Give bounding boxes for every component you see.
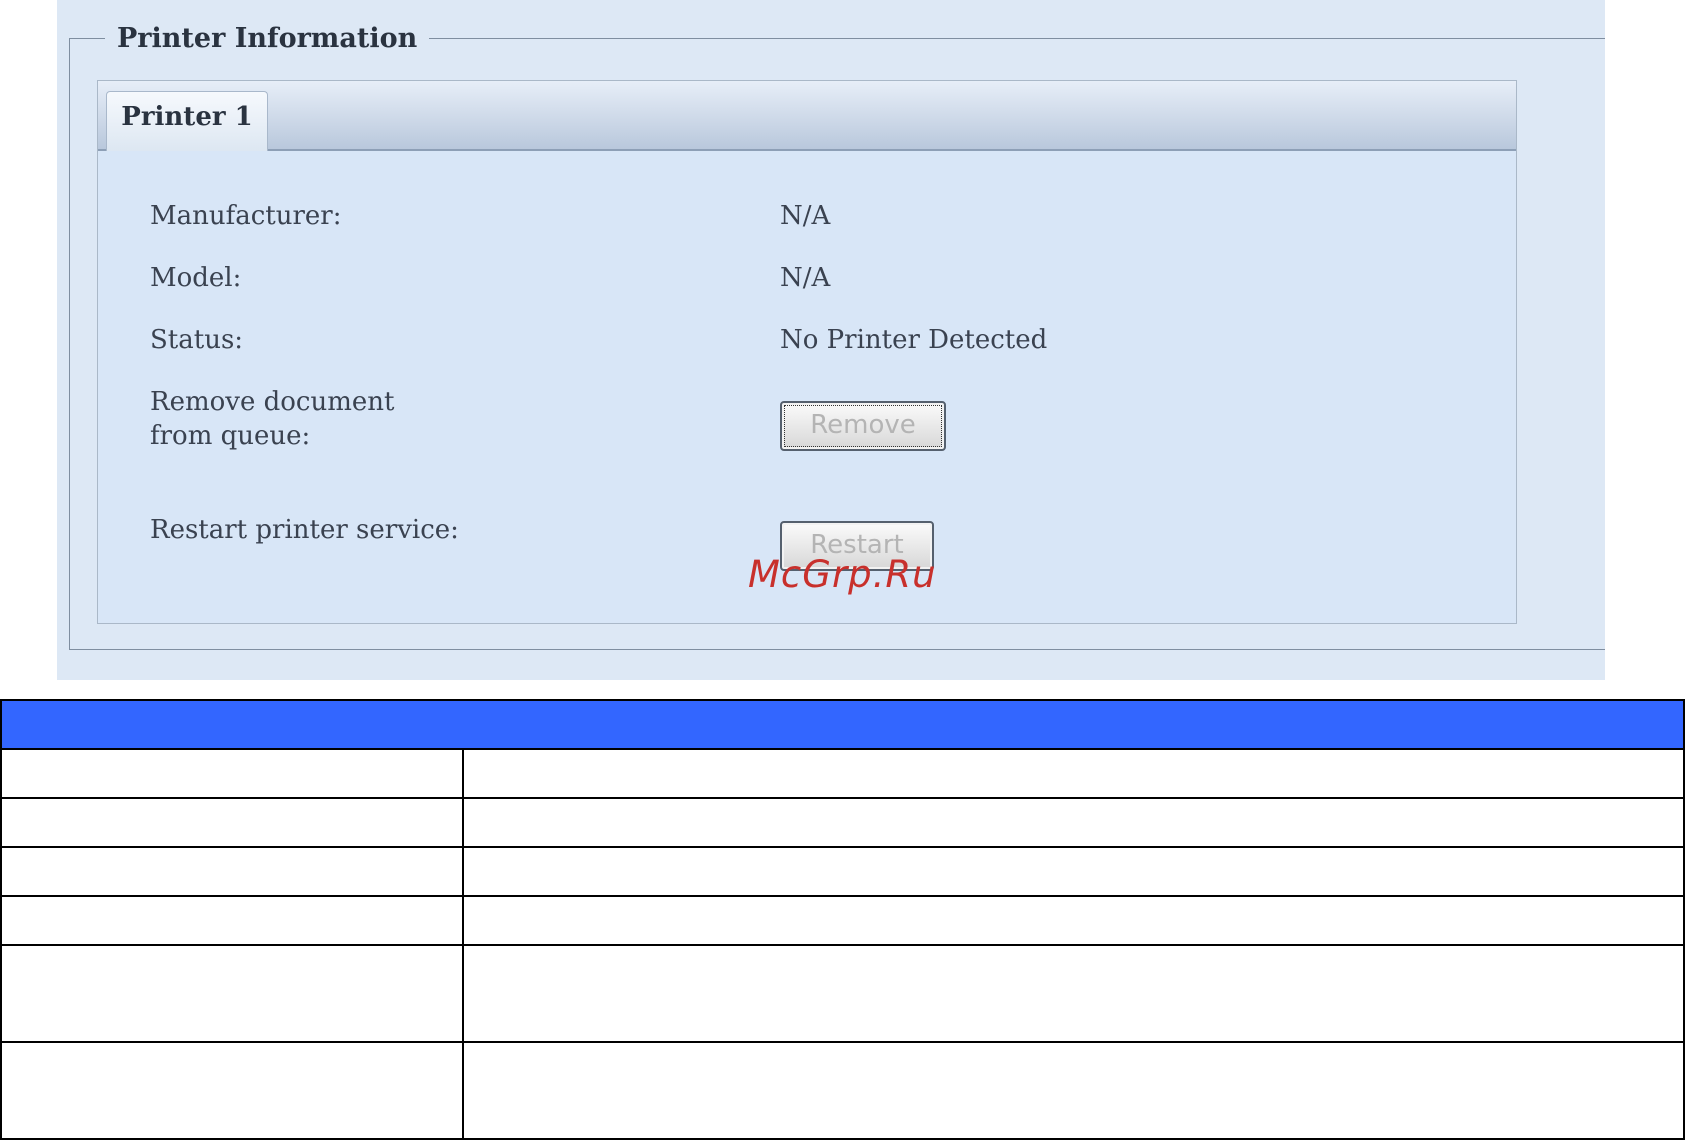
table-row <box>0 748 1685 799</box>
table-cell <box>0 748 464 799</box>
manufacturer-value: N/A <box>780 201 831 231</box>
table-cell <box>462 1041 1685 1140</box>
model-label: Model: <box>150 263 242 293</box>
model-value: N/A <box>780 263 831 293</box>
restart-service-label: Restart printer service: <box>150 515 459 545</box>
table-cell <box>462 748 1685 799</box>
table-cell <box>0 797 464 848</box>
description-table <box>0 699 1685 1140</box>
table-row <box>0 895 1685 946</box>
table-row <box>0 846 1685 897</box>
section-legend: Printer Information <box>105 18 430 60</box>
table-cell <box>0 895 464 946</box>
watermark-text: McGrp.Ru <box>748 553 937 596</box>
remove-button[interactable]: Remove <box>780 401 946 451</box>
status-value: No Printer Detected <box>780 325 1048 355</box>
table-row <box>0 944 1685 1043</box>
manufacturer-label: Manufacturer: <box>150 201 342 231</box>
table-row <box>0 1041 1685 1140</box>
table-cell <box>462 797 1685 848</box>
tab-bar: Printer 1 <box>98 81 1516 151</box>
table-cell <box>462 846 1685 897</box>
table-header-row <box>0 699 1685 750</box>
status-label: Status: <box>150 325 244 355</box>
table-cell <box>0 944 464 1043</box>
table-cell <box>462 944 1685 1043</box>
table-cell <box>0 846 464 897</box>
table-cell <box>0 1041 464 1140</box>
remove-document-label-line1: Remove document <box>150 387 395 417</box>
table-cell <box>462 895 1685 946</box>
remove-document-label-line2: from queue: <box>150 421 311 451</box>
table-header-cell <box>0 699 1685 750</box>
tab-printer-1[interactable]: Printer 1 <box>106 91 268 151</box>
table-row <box>0 797 1685 848</box>
printer-panel: Printer 1 Manufacturer: N/A Model: N/A S… <box>97 80 1517 624</box>
